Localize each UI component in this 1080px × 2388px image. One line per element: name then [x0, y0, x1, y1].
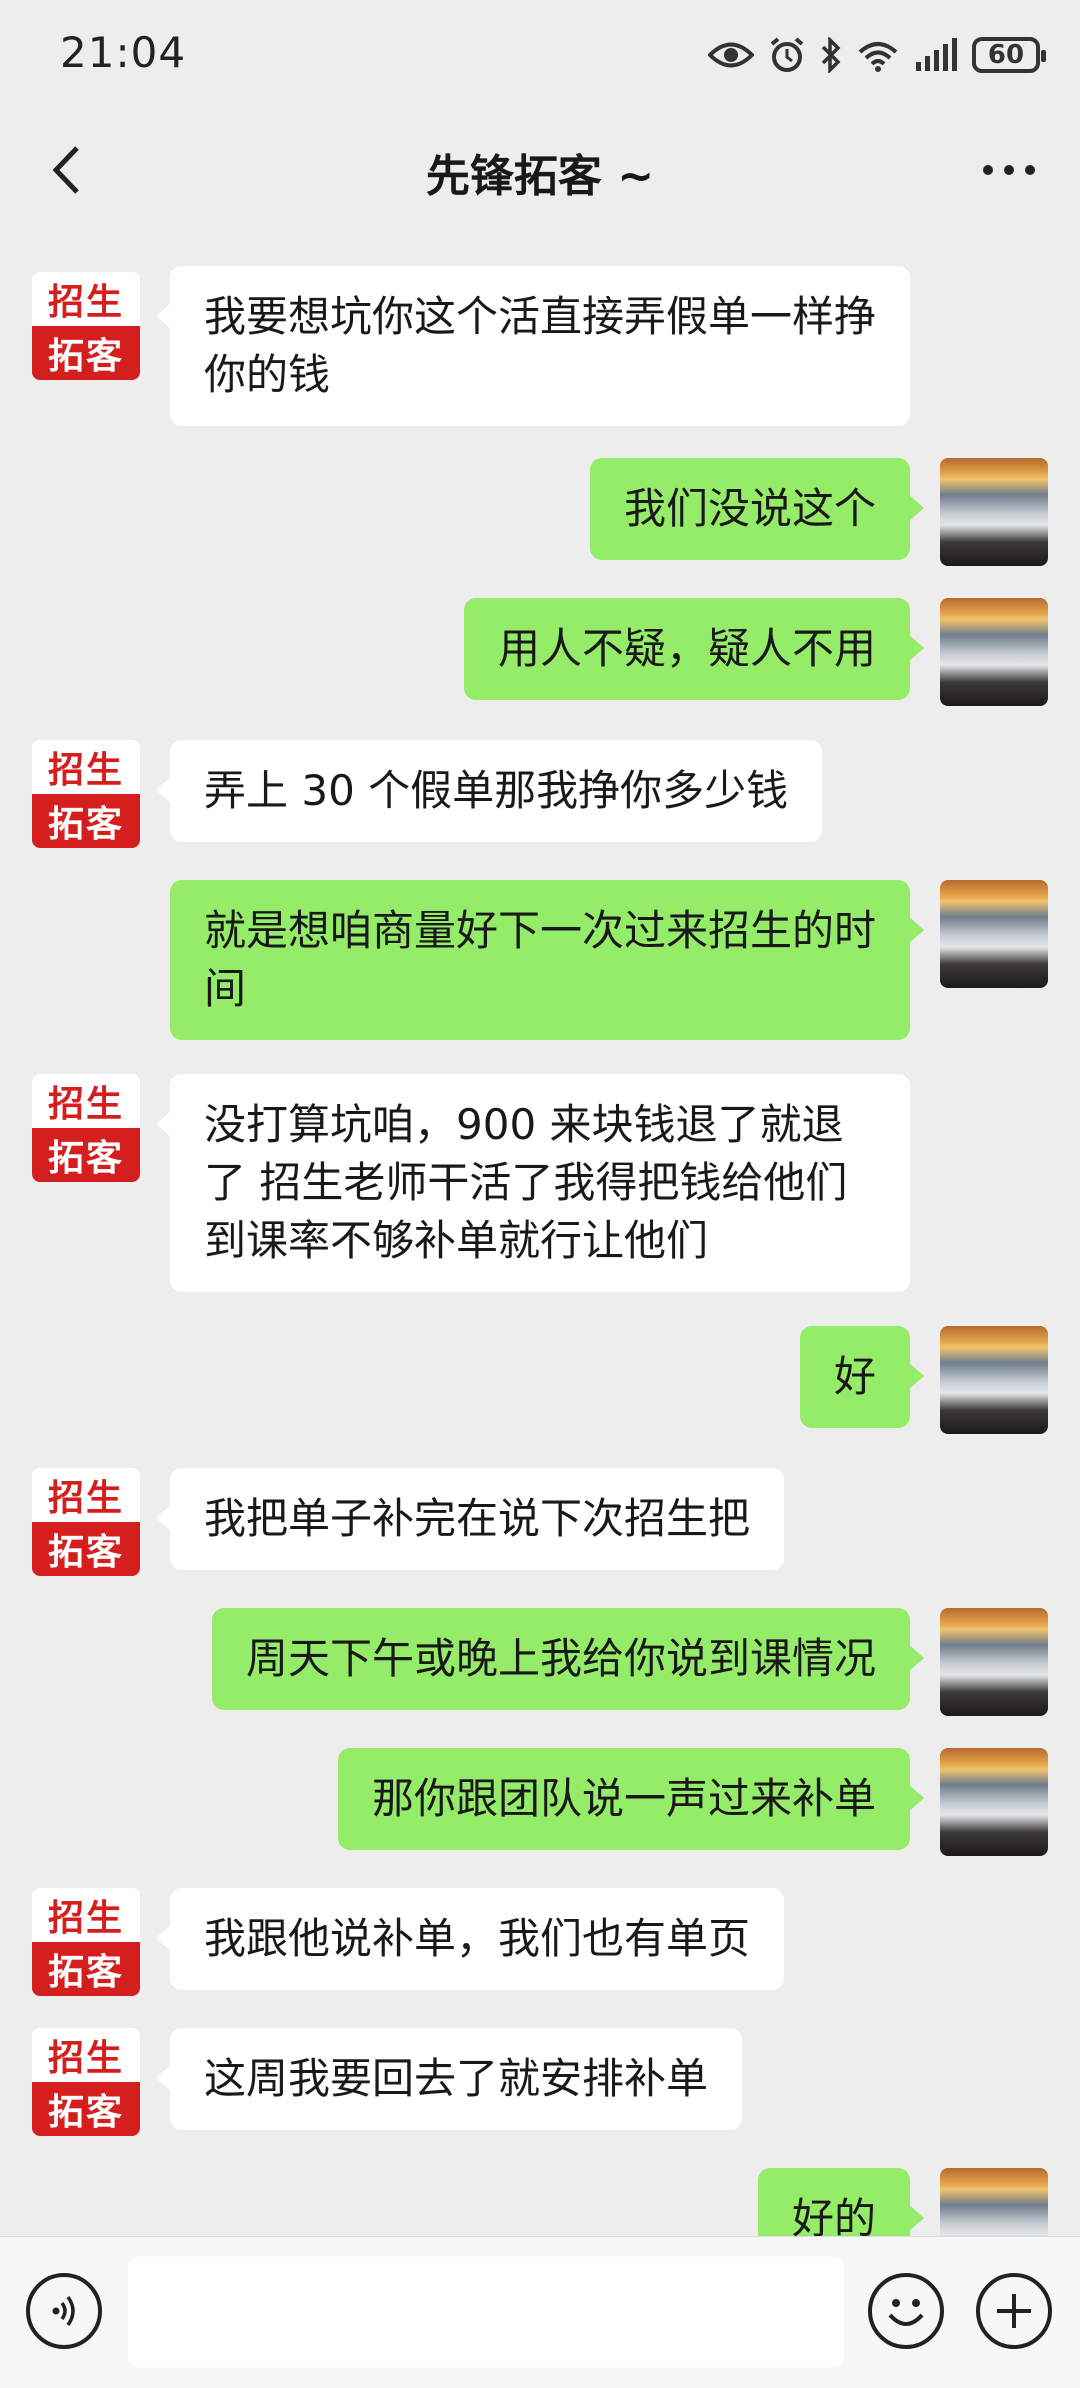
message-incoming: 招生 拓客 弄上 30 个假单那我挣你多少钱	[0, 740, 1080, 848]
user-avatar[interactable]	[940, 598, 1048, 706]
message-bubble[interactable]: 没打算坑咱，900 来块钱退了就退了 招生老师干活了我得把钱给他们 到课率不够补…	[156, 1074, 910, 1292]
message-bubble[interactable]: 好的	[757, 2168, 925, 2236]
message-outgoing: 周天下午或晚上我给你说到课情况	[0, 1608, 1080, 1716]
more-dots-icon	[983, 165, 1035, 175]
avatar-text-top: 招生	[32, 2028, 140, 2082]
message-bubble[interactable]: 我跟他说补单，我们也有单页	[155, 1888, 785, 1990]
avatar-text-top: 招生	[32, 1074, 140, 1128]
message-bubble[interactable]: 弄上 30 个假单那我挣你多少钱	[155, 740, 823, 842]
user-avatar[interactable]	[940, 2168, 1048, 2236]
contact-avatar[interactable]: 招生 拓客	[32, 1888, 140, 1996]
emoji-button[interactable]	[868, 2273, 944, 2349]
avatar-text-bottom: 拓客	[32, 2082, 140, 2136]
message-outgoing: 我们没说这个	[0, 458, 1080, 566]
message-bubble[interactable]: 这周我要回去了就安排补单	[155, 2028, 743, 2130]
contact-avatar[interactable]: 招生 拓客	[32, 272, 140, 380]
chat-title: 先锋拓客 ~	[425, 151, 655, 202]
battery-icon: 60	[972, 37, 1046, 73]
message-bubble[interactable]: 就是想咱商量好下一次过来招生的时间	[170, 880, 924, 1040]
user-avatar[interactable]	[940, 1326, 1048, 1434]
message-bubble[interactable]: 我们没说这个	[589, 458, 925, 560]
wifi-icon	[856, 38, 900, 72]
eye-icon	[708, 40, 754, 70]
user-avatar[interactable]	[940, 1608, 1048, 1716]
message-incoming: 招生 拓客 没打算坑咱，900 来块钱退了就退了 招生老师干活了我得把钱给他们 …	[0, 1074, 1080, 1296]
status-time: 21:04	[60, 28, 187, 77]
avatar-text-top: 招生	[32, 1468, 140, 1522]
status-icons: 60	[708, 30, 1046, 80]
contact-avatar[interactable]: 招生 拓客	[32, 1074, 140, 1182]
message-outgoing: 就是想咱商量好下一次过来招生的时间	[0, 880, 1080, 1042]
chat-header: 先锋拓客 ~	[0, 110, 1080, 236]
voice-icon	[52, 2295, 75, 2327]
message-bubble[interactable]: 我把单子补完在说下次招生把	[155, 1468, 785, 1570]
avatar-text-bottom: 拓客	[32, 794, 140, 848]
avatar-text-bottom: 拓客	[32, 1128, 140, 1182]
message-bubble[interactable]: 我要想坑你这个活直接弄假单一样挣你的钱	[156, 266, 910, 426]
message-bubble[interactable]: 那你跟团队说一声过来补单	[337, 1748, 925, 1850]
more-button[interactable]	[974, 140, 1044, 200]
message-bubble[interactable]: 好	[799, 1326, 925, 1428]
user-avatar[interactable]	[940, 880, 1048, 988]
plus-icon	[997, 2294, 1031, 2328]
contact-avatar[interactable]: 招生 拓客	[32, 1468, 140, 1576]
message-outgoing: 用人不疑，疑人不用	[0, 598, 1080, 706]
message-bubble[interactable]: 周天下午或晚上我给你说到课情况	[211, 1608, 925, 1710]
user-avatar[interactable]	[940, 458, 1048, 566]
message-outgoing: 好	[0, 1326, 1080, 1434]
message-outgoing: 好的	[0, 2168, 1080, 2236]
input-bar	[0, 2236, 1080, 2388]
message-input[interactable]	[128, 2257, 844, 2367]
message-list[interactable]: 招生 拓客 我要想坑你这个活直接弄假单一样挣你的钱 我们没说这个 用人不疑，疑人…	[0, 236, 1080, 2236]
more-functions-button[interactable]	[976, 2273, 1052, 2349]
avatar-text-bottom: 拓客	[32, 1942, 140, 1996]
contact-avatar[interactable]: 招生 拓客	[32, 740, 140, 848]
avatar-text-top: 招生	[32, 272, 140, 326]
message-incoming: 招生 拓客 我把单子补完在说下次招生把	[0, 1468, 1080, 1576]
emoji-icon	[888, 2299, 924, 2326]
message-incoming: 招生 拓客 我跟他说补单，我们也有单页	[0, 1888, 1080, 1996]
message-outgoing: 那你跟团队说一声过来补单	[0, 1748, 1080, 1856]
avatar-text-bottom: 拓客	[32, 1522, 140, 1576]
status-bar: 21:04 60	[0, 0, 1080, 110]
avatar-text-top: 招生	[32, 1888, 140, 1942]
avatar-text-bottom: 拓客	[32, 326, 140, 380]
signal-icon	[914, 38, 958, 72]
voice-button[interactable]	[26, 2273, 102, 2349]
message-bubble[interactable]: 用人不疑，疑人不用	[463, 598, 925, 700]
bluetooth-icon	[820, 37, 842, 73]
message-incoming: 招生 拓客 这周我要回去了就安排补单	[0, 2028, 1080, 2136]
user-avatar[interactable]	[940, 1748, 1048, 1856]
avatar-text-top: 招生	[32, 740, 140, 794]
message-incoming: 招生 拓客 我要想坑你这个活直接弄假单一样挣你的钱	[0, 266, 1080, 426]
alarm-icon	[768, 36, 806, 74]
contact-avatar[interactable]: 招生 拓客	[32, 2028, 140, 2136]
